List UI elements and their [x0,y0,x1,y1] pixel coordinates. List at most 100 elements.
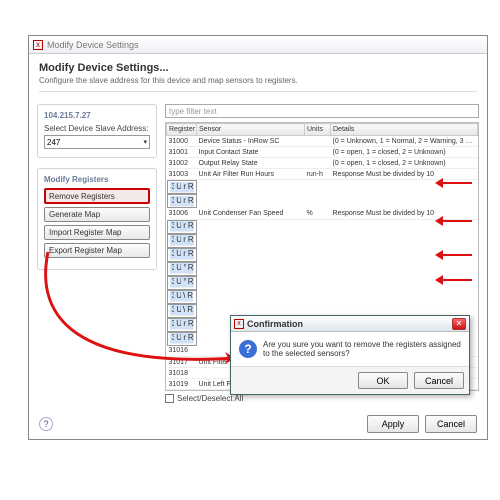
table-row[interactable]: 31007Unit Evaporator Fan1 Ru...run-hResp… [167,220,197,234]
table-row[interactable]: 31012Unit Cooling DemandWResponse Must b… [167,290,197,304]
chevron-down-icon: ▾ [143,138,147,146]
app-icon: x [33,40,43,50]
select-all-label: Select/Deselect All [177,394,243,403]
table-cell: 31017 [167,357,197,368]
table-cell: (0 = open, 1 = closed, 2 = Unknown) [331,158,478,169]
slave-address-select[interactable]: 247 ▾ [44,135,150,149]
table-cell: Input Contact State [197,147,305,158]
question-icon: ? [239,340,257,358]
table-row[interactable]: 31001Input Contact State (0 = open, 1 = c… [167,147,478,158]
col-details[interactable]: Details [331,124,478,136]
cancel-button[interactable]: Cancel [425,415,477,433]
table-row[interactable]: 31004Unit Compressor Run Hoursrun-hRespo… [167,180,197,194]
table-row[interactable]: 31010Unit Condenser Inlet Air Te...° FRe… [167,262,197,276]
page-subtitle: Configure the slave address for this dev… [39,76,477,85]
page-title: Modify Device Settings... [39,62,477,74]
table-cell: % [305,208,331,219]
table-cell: Unit Evaporator Fan1 Run ... [174,319,181,330]
table-row[interactable]: 31008Unit Evaporator Fan2 Ru...run-hResp… [167,234,197,248]
table-cell: Unit Condenser Outlet Air ... [174,277,181,288]
table-cell: run-h [305,169,331,180]
dialog-title: Confirmation [247,319,303,329]
table-cell [305,158,331,169]
col-units[interactable]: Units [305,124,331,136]
table-row[interactable]: 31009Unit Evaporator Fan3 Ru...run-hResp… [167,248,197,262]
select-all-checkbox[interactable]: Select/Deselect All [165,394,479,403]
table-row[interactable]: 31000Device Status - InRow SC (0 = Unknow… [167,136,478,147]
annotation-arrow [430,178,472,188]
table-cell: Unit Air Filter Run Hours [197,169,305,180]
table-cell: 31003 [167,169,197,180]
table-cell: Unit Cooling Output [174,305,181,316]
col-register[interactable]: Register [167,124,197,136]
table-cell: 31000 [167,136,197,147]
table-cell: Device Status - InRow SC [197,136,305,147]
table-cell: Response Must be divided by 10 [186,319,194,330]
table-row[interactable]: 31005Unit Condensate Pump R...run-hRespo… [167,194,197,208]
table-row[interactable]: 31011Unit Condenser Outlet Air ...° FRes… [167,276,197,290]
table-cell: Unit Cooling Demand [174,291,181,302]
table-row[interactable]: 31013Unit Cooling OutputWResponse Must b… [167,304,197,318]
help-icon[interactable]: ? [39,417,53,431]
table-cell: 31002 [167,158,197,169]
table-cell: Response Must be divided by 10 [186,196,194,207]
table-row[interactable]: 31014Unit Evaporator Fan1 Run ...run-hRe… [167,318,197,332]
slave-address-value: 247 [47,138,60,147]
import-register-map-button[interactable]: Import Register Map [44,225,150,240]
table-cell: Response Must be divided by 10 [186,333,194,344]
table-cell: Unit Condensate Pump R... [174,196,181,207]
slave-panel-title: 104.215.7.27 [44,111,150,120]
table-cell: Unit Evaporator Fan1 Ru... [174,221,181,232]
table-cell: Response Must be divided by 10 [186,235,194,246]
table-cell: (0 = open, 1 = closed, 2 = Unknown) [331,147,478,158]
table-cell [305,136,331,147]
table-cell: 31018 [167,368,197,379]
dialog-cancel-button[interactable]: Cancel [414,372,464,389]
slave-address-label: Select Device Slave Address: [44,124,150,133]
apply-button[interactable]: Apply [367,415,419,433]
table-cell: Unit Condenser Fan Speed [197,208,305,219]
dialog-icon: x [234,319,244,329]
remove-registers-button[interactable]: Remove Registers [44,188,150,204]
dialog-ok-button[interactable]: OK [358,372,408,389]
modify-registers-panel: Modify Registers Remove Registers Genera… [37,168,157,270]
register-panel-title: Modify Registers [44,175,150,184]
table-cell: (0 = Unknown, 1 = Normal, 2 = Warning, 3… [331,136,478,147]
confirmation-dialog: x Confirmation ✕ ? Are you sure you want… [230,315,470,395]
table-cell: Unit Evaporator Fan3 Ru... [174,249,181,260]
table-cell: Unit Evaporator Fan2 Ru... [174,235,181,246]
table-cell: Unit Evaporator Fan2 Run ... [174,333,181,344]
annotation-arrow [430,216,472,226]
export-register-map-button[interactable]: Export Register Map [44,243,150,258]
table-cell [305,147,331,158]
generate-map-button[interactable]: Generate Map [44,207,150,222]
col-sensor[interactable]: Sensor [197,124,305,136]
slave-address-panel: 104.215.7.27 Select Device Slave Address… [37,104,157,158]
table-cell: 31016 [167,346,197,357]
table-cell: Response Must be divided by 10 [186,221,194,232]
filter-input[interactable]: type filter text [165,104,479,118]
annotation-arrow [430,250,472,260]
table-row[interactable]: 31002Output Relay State (0 = open, 1 = cl… [167,158,478,169]
table-cell: Response Must be divided by 10 [186,182,194,193]
table-cell: Response Must be divided by 10 [186,263,194,274]
dialog-titlebar[interactable]: x Confirmation ✕ [231,316,469,332]
table-cell: Response Must be divided by 10 [186,249,194,260]
dialog-message: Are you sure you want to remove the regi… [263,340,461,358]
checkbox-icon [165,394,174,403]
table-cell: Response Must be divided by 10 [185,305,193,316]
header: Modify Device Settings... Configure the … [29,54,487,98]
window-titlebar[interactable]: x Modify Device Settings [29,36,487,54]
table-cell: Output Relay State [197,158,305,169]
table-cell: Response Must be divided by 10 [185,291,193,302]
table-cell: Response Must be divided by 10 [186,277,194,288]
table-cell: 31001 [167,147,197,158]
annotation-arrow [430,275,472,285]
table-cell: 31019 [167,379,197,390]
table-cell: Unit Compressor Run Hours [174,182,181,193]
window-title: Modify Device Settings [47,40,139,50]
table-cell: 31006 [167,208,197,219]
table-row[interactable]: 31015Unit Evaporator Fan2 Run ...run-hRe… [167,332,197,346]
table-cell: Unit Condenser Inlet Air Te... [174,263,181,274]
close-icon[interactable]: ✕ [452,318,466,330]
